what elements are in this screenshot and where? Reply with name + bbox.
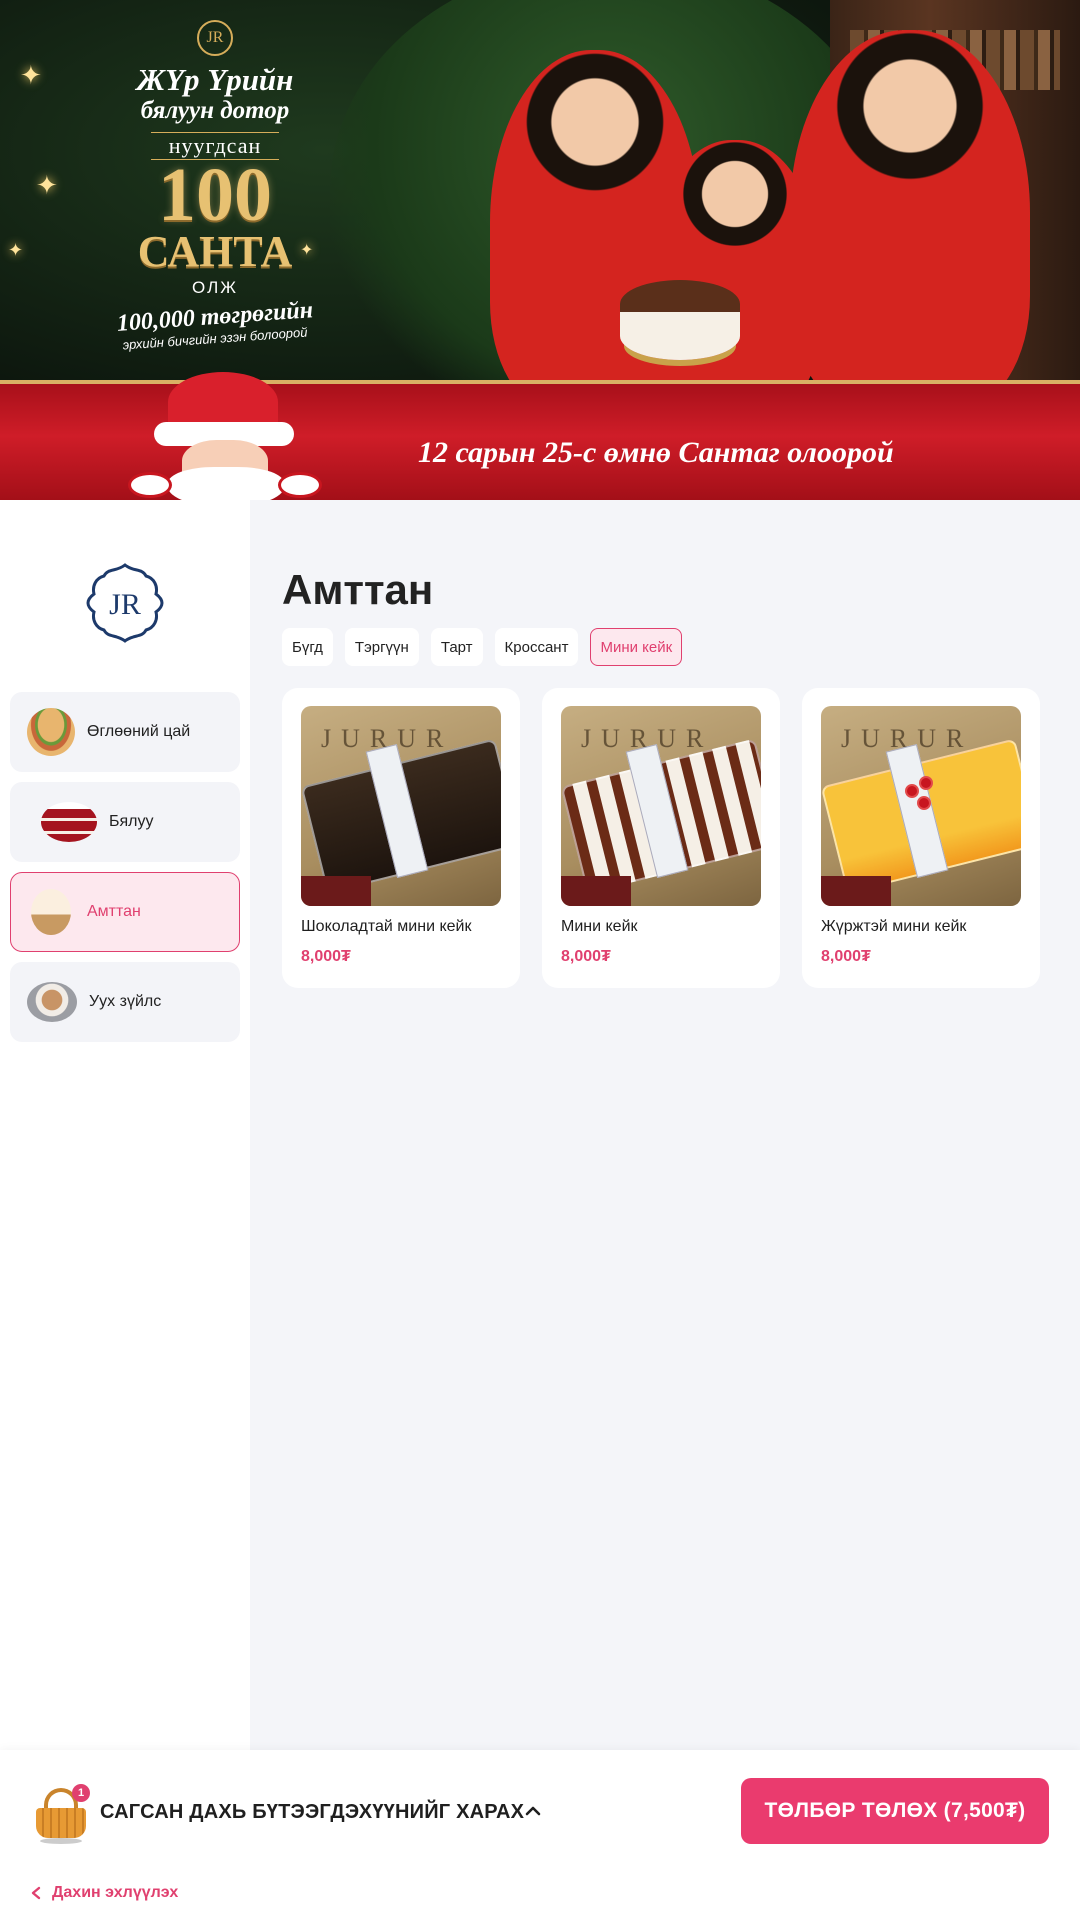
pay-button[interactable]: ТӨЛБӨР ТӨЛӨХ (7,500₮) xyxy=(741,1778,1049,1844)
jr-badge-logo: JR xyxy=(197,20,233,56)
sidebar-item-breakfast[interactable]: Өглөөний цай xyxy=(10,692,240,772)
restart-link[interactable]: Дахин эхлүүлэх xyxy=(30,1884,178,1902)
sidebar-item-label: Өглөөний цай xyxy=(87,723,191,740)
sparkle-icon: ✦ xyxy=(8,240,24,260)
filter-chip-featured[interactable]: Тэргүүн xyxy=(344,628,419,666)
cupcake-icon xyxy=(31,889,71,935)
promo-banner[interactable]: ✦ ✦ ✦ ✦ JR ЖҮр Үрийн бялуун дотор нуугдс… xyxy=(0,0,1080,500)
product-card[interactable]: JURUR Жүржтэй мини кейк 8,000₮ xyxy=(802,688,1040,988)
product-image: JURUR xyxy=(821,706,1021,906)
product-grid: JURUR Шоколадтай мини кейк 8,000₮ JURUR … xyxy=(282,688,1040,988)
promo-headline: JR ЖҮр Үрийн бялуун дотор нуугдсан 100 С… xyxy=(95,20,335,352)
berry-decoration xyxy=(917,796,931,810)
sidebar-item-cakes[interactable]: Бялуу xyxy=(10,782,240,862)
cart-count-badge: 1 xyxy=(72,1784,90,1802)
product-card[interactable]: JURUR Шоколадтай мини кейк 8,000₮ xyxy=(282,688,520,988)
chevron-left-icon xyxy=(31,1886,41,1900)
view-cart-label[interactable]: САГСАН ДАХЬ БҮТЭЭГДЭХҮҮНИЙГ ХАРАХ xyxy=(100,1801,524,1824)
sidebar-item-desserts[interactable]: Амттан xyxy=(10,872,240,952)
berry-decoration xyxy=(919,776,933,790)
coffee-cup-icon xyxy=(27,982,77,1022)
box-corner xyxy=(821,876,891,906)
cake-slice-icon xyxy=(41,802,97,842)
cart-bar: 1 САГСАН ДАХЬ БҮТЭЭГДЭХҮҮНИЙГ ХАРАХ ТӨЛБ… xyxy=(0,1750,1080,1920)
sandwich-icon xyxy=(27,708,75,756)
ribbon-text: 12 сарын 25-с өмнө Сантаг олоорой xyxy=(418,436,894,469)
product-name: Жүржтэй мини кейк xyxy=(821,918,967,935)
filter-chip-tart[interactable]: Тарт xyxy=(430,628,483,666)
sidebar-item-drinks[interactable]: Ууx зүйлс xyxy=(10,962,240,1042)
product-price: 8,000₮ xyxy=(301,948,351,965)
sparkle-icon: ✦ xyxy=(20,60,42,90)
product-image: JURUR xyxy=(301,706,501,906)
santa-illustration xyxy=(128,372,328,500)
filter-chip-mini-cake[interactable]: Мини кейк xyxy=(590,628,683,666)
category-sidebar: JR Өглөөний цай Бялуу Амттан Ууx зүйлс xyxy=(0,500,250,1750)
box-corner xyxy=(301,876,371,906)
svg-text:JR: JR xyxy=(109,588,141,621)
family-photo xyxy=(470,30,1030,410)
sidebar-item-label: Бялуу xyxy=(109,813,154,830)
jr-logo: JR xyxy=(86,563,164,643)
sparkle-icon: ✦ xyxy=(36,170,58,200)
product-name: Мини кейк xyxy=(561,918,638,935)
headline-number: 100 xyxy=(158,153,272,237)
product-card[interactable]: JURUR Мини кейк 8,000₮ xyxy=(542,688,780,988)
filter-chip-croissant[interactable]: Кроссант xyxy=(494,628,579,666)
sidebar-item-label: Амттан xyxy=(87,903,141,920)
product-image: JURUR xyxy=(561,706,761,906)
filter-chips: Бүгд Тэргүүн Тарт Кроссант Мини кейк xyxy=(282,628,683,666)
person-father xyxy=(790,30,1030,410)
headline-santa: САНТА xyxy=(137,227,293,276)
product-price: 8,000₮ xyxy=(821,948,871,965)
product-price: 8,000₮ xyxy=(561,948,611,965)
headline-olj: ОЛЖ xyxy=(192,278,238,297)
headline-line-2: бялуун дотор xyxy=(140,97,290,124)
page-title: Амттан xyxy=(282,566,434,613)
restart-label: Дахин эхлүүлэх xyxy=(52,1884,179,1901)
filter-chip-all[interactable]: Бүгд xyxy=(282,628,333,666)
berry-decoration xyxy=(905,784,919,798)
sidebar-item-label: Ууx зүйлс xyxy=(89,993,162,1010)
chevron-up-icon[interactable] xyxy=(524,1802,542,1820)
product-name: Шоколадтай мини кейк xyxy=(301,918,472,935)
cake-illustration xyxy=(620,280,740,360)
box-corner xyxy=(561,876,631,906)
headline-line-1: ЖҮр Үрийн xyxy=(136,62,294,97)
